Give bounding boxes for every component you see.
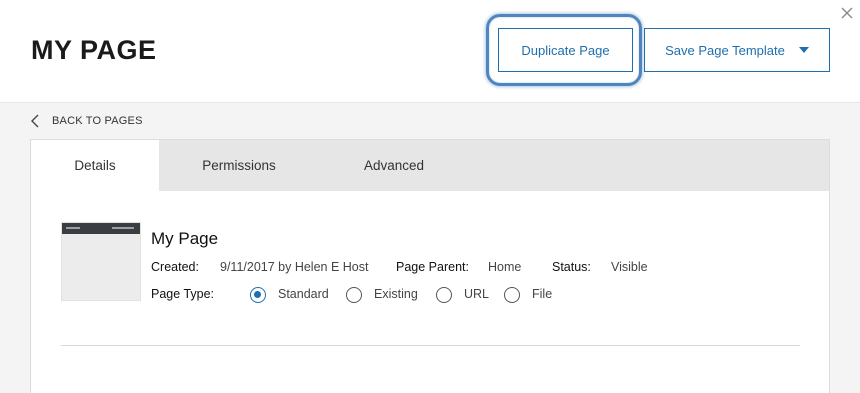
page-parent-label: Page Parent: xyxy=(396,260,469,274)
radio-url[interactable] xyxy=(436,287,452,303)
tab-details[interactable]: Details xyxy=(31,140,159,191)
created-label: Created: xyxy=(151,260,199,274)
radio-standard-label: Standard xyxy=(278,287,329,301)
radio-file-label: File xyxy=(532,287,553,301)
close-icon[interactable] xyxy=(840,6,854,20)
save-page-template-label: Save Page Template xyxy=(665,42,785,58)
page-type-label: Page Type: xyxy=(151,287,215,301)
section-divider xyxy=(61,345,800,346)
status-label: Status: xyxy=(552,260,591,274)
save-page-template-button[interactable]: Save Page Template xyxy=(644,28,830,72)
radio-standard[interactable] xyxy=(250,287,266,303)
page-thumbnail xyxy=(61,222,141,301)
radio-file[interactable] xyxy=(504,287,520,303)
thumbnail-header-bar xyxy=(62,223,140,234)
page-parent-value: Home xyxy=(488,260,522,274)
radio-existing[interactable] xyxy=(346,287,362,303)
back-to-pages-label: BACK TO PAGES xyxy=(52,115,143,127)
created-value: 9/11/2017 by Helen E Host xyxy=(220,260,369,274)
radio-url-label: URL xyxy=(464,287,490,301)
chevron-left-icon xyxy=(31,114,39,128)
page-header: MY PAGE Duplicate Page Save Page Templat… xyxy=(0,0,860,103)
back-to-pages-link[interactable]: BACK TO PAGES xyxy=(31,114,143,128)
page-name: My Page xyxy=(151,229,219,248)
tab-advanced[interactable]: Advanced xyxy=(334,140,454,191)
thumbnail-logo xyxy=(66,227,80,229)
tab-bar: Details Permissions Advanced xyxy=(31,140,829,191)
page-settings-panel: Details Permissions Advanced My Page Cre… xyxy=(30,139,830,393)
page-title: MY PAGE xyxy=(31,35,157,65)
duplicate-page-button[interactable]: Duplicate Page xyxy=(498,28,633,72)
radio-existing-label: Existing xyxy=(374,287,418,301)
status-value: Visible xyxy=(611,260,648,274)
caret-down-icon xyxy=(798,47,809,53)
tab-permissions[interactable]: Permissions xyxy=(179,140,299,191)
thumbnail-menu xyxy=(112,227,134,229)
